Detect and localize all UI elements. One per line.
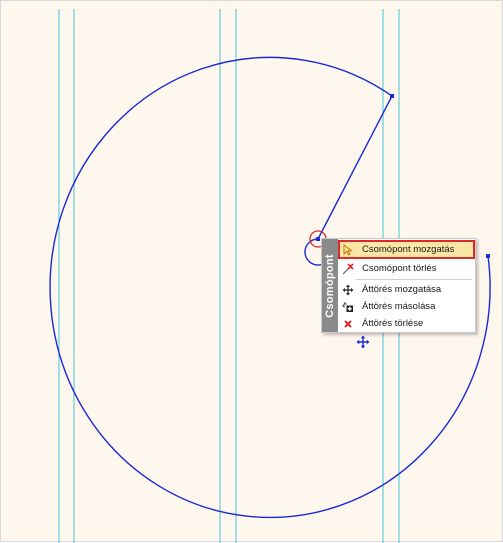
menu-item-label: Áttörés másolása <box>362 301 436 312</box>
menu-separator <box>356 279 472 280</box>
menu-item-label: Csomópont törlés <box>362 263 437 274</box>
node-endpoint[interactable] <box>390 94 394 98</box>
move-arrows-icon <box>341 283 355 297</box>
menu-item-label: Áttörés mozgatása <box>362 284 442 295</box>
menu-item-opening-move[interactable]: Áttörés mozgatása <box>339 281 474 298</box>
move-cursor-icon <box>356 335 370 349</box>
menu-item-node-move[interactable]: Csomópont mozgatás <box>338 240 475 259</box>
node-delete-icon <box>341 262 355 276</box>
context-menu-sidebar: Csomópont <box>322 239 338 332</box>
copy-move-icon <box>341 300 355 314</box>
drawing-canvas[interactable]: Csomópont Csomópont mozgatás Csomópont t… <box>0 0 503 543</box>
node-endpoint[interactable] <box>486 254 490 258</box>
node-center[interactable] <box>316 237 320 241</box>
context-menu: Csomópont Csomópont mozgatás Csomópont t… <box>321 238 476 333</box>
menu-item-opening-copy[interactable]: Áttörés másolása <box>339 298 474 315</box>
menu-item-node-delete[interactable]: Csomópont törlés <box>339 260 474 277</box>
delete-x-icon <box>341 317 355 331</box>
menu-item-label: Csomópont mozgatás <box>362 244 455 255</box>
menu-item-opening-delete[interactable]: Áttörés törlése <box>339 315 474 332</box>
node-move-icon <box>341 243 355 257</box>
radius-line[interactable] <box>317 95 393 240</box>
menu-item-label: Áttörés törlése <box>362 318 424 329</box>
context-menu-title: Csomópont <box>324 253 336 318</box>
